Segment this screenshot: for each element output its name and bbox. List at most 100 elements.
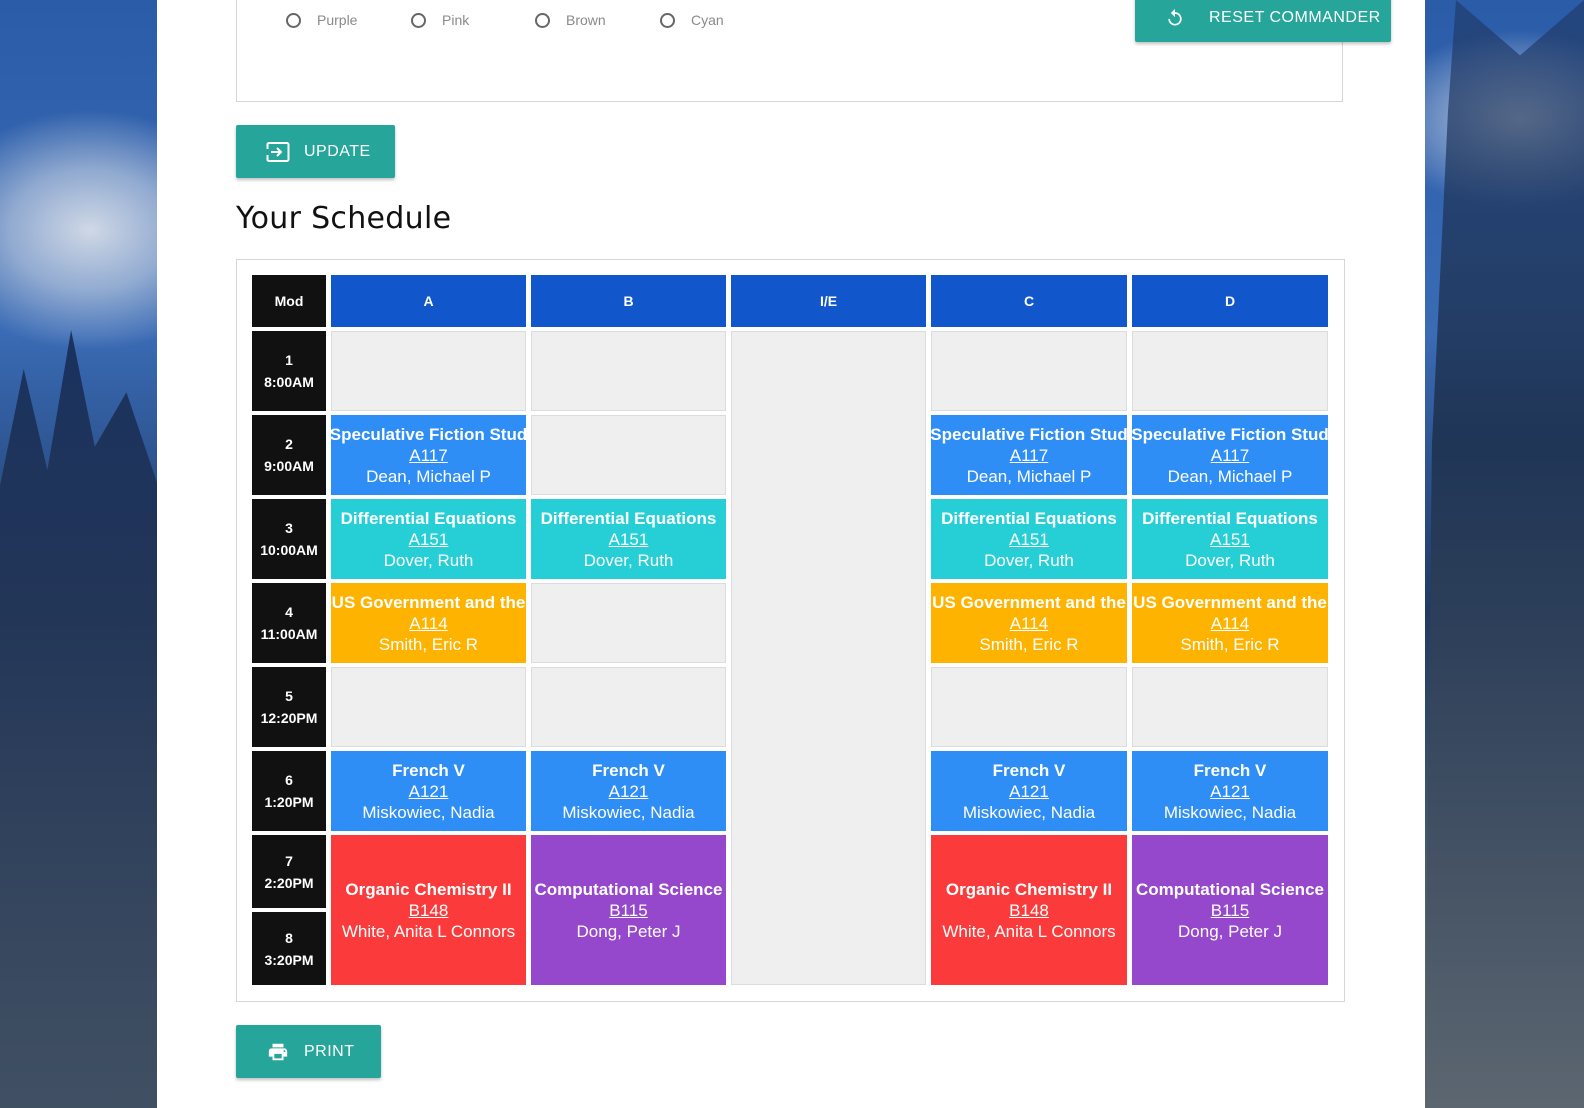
course-room-link[interactable]: A151	[609, 529, 649, 550]
course-block-french[interactable]: French V A121 Miskowiec, Nadia	[1132, 751, 1328, 831]
day-header-label: D	[1224, 293, 1236, 309]
course-teacher: Dong, Peter J	[576, 921, 681, 941]
course-teacher: Dover, Ruth	[583, 550, 674, 570]
course-teacher: Smith, Eric R	[1180, 634, 1280, 654]
mod-cell: 1 8:00AM	[252, 331, 326, 411]
mod-number: 3	[285, 520, 293, 536]
course-block-french[interactable]: French V A121 Miskowiec, Nadia	[531, 751, 726, 831]
color-option-brown[interactable]: Brown	[535, 10, 606, 30]
course-teacher: White, Anita L Connors	[942, 921, 1116, 941]
color-option-label: Brown	[566, 12, 606, 28]
course-teacher: Smith, Eric R	[979, 634, 1079, 654]
empty-slot	[531, 331, 726, 411]
mod-cell: 5 12:20PM	[252, 667, 326, 747]
day-header-ie: I/E	[731, 275, 926, 327]
day-header-b: B	[531, 275, 726, 327]
course-teacher: Dover, Ruth	[1185, 550, 1275, 570]
course-block-diffeq[interactable]: Differential Equations A151 Dover, Ruth	[531, 499, 726, 579]
course-teacher: Smith, Eric R	[378, 634, 479, 654]
printer-icon	[268, 1043, 288, 1060]
mod-cell: 2 9:00AM	[252, 415, 326, 495]
update-button[interactable]: UPDATE	[236, 125, 395, 178]
course-room-link[interactable]: B115	[1211, 900, 1249, 921]
course-name: Organic Chemistry II	[945, 879, 1113, 899]
course-room-link[interactable]: A121	[1210, 781, 1250, 802]
course-name: French V	[592, 760, 665, 780]
course-block-french[interactable]: French V A121 Miskowiec, Nadia	[331, 751, 526, 831]
course-block-french[interactable]: French V A121 Miskowiec, Nadia	[931, 751, 1127, 831]
mod-header-label: Mod	[274, 293, 304, 309]
mod-number: 8	[285, 929, 293, 946]
course-room-link[interactable]: A114	[1010, 613, 1048, 634]
reset-commander-button[interactable]: RESET COMMANDER	[1135, 0, 1391, 42]
color-option-cyan[interactable]: Cyan	[660, 10, 724, 30]
radio-circle[interactable]	[411, 12, 426, 28]
commander-settings-box: Purple Pink Brown Cyan RESET COMMANDER	[236, 0, 1391, 102]
course-room-link[interactable]: A121	[409, 781, 449, 802]
course-block-orgchem[interactable]: Organic Chemistry II B148 White, Anita L C…	[331, 835, 526, 985]
course-name: US Government and the	[331, 592, 526, 612]
course-room-link[interactable]: B115	[609, 900, 647, 921]
course-block-spec[interactable]: Speculative Fiction Stud A117 Dean, Michae…	[331, 415, 526, 495]
empty-slot	[331, 667, 526, 747]
course-block-usgov[interactable]: US Government and the A114 Smith, Eric R	[1132, 583, 1328, 663]
empty-slot	[1132, 667, 1328, 747]
update-label: UPDATE	[304, 142, 371, 160]
course-block-diffeq[interactable]: Differential Equations A151 Dover, Ruth	[331, 499, 526, 579]
course-room-link[interactable]: A117	[1211, 445, 1249, 466]
course-room-link[interactable]: A151	[1210, 529, 1250, 550]
course-room-link[interactable]: A114	[409, 613, 447, 634]
mod-time: 1:20PM	[264, 794, 314, 810]
course-room-link[interactable]: A121	[1009, 781, 1049, 802]
mod-time: 9:00AM	[264, 458, 314, 474]
course-block-spec[interactable]: Speculative Fiction Stud A117 Dean, Michae…	[1132, 415, 1328, 495]
course-room-link[interactable]: A151	[409, 529, 449, 550]
radio-circle[interactable]	[660, 12, 675, 28]
day-header-label: I/E	[819, 293, 838, 309]
course-block-orgchem[interactable]: Organic Chemistry II B148 White, Anita L C…	[931, 835, 1127, 985]
course-block-spec[interactable]: Speculative Fiction Stud A117 Dean, Michae…	[931, 415, 1127, 495]
course-room-link[interactable]: A151	[1009, 529, 1049, 550]
course-block-diffeq[interactable]: Differential Equations A151 Dover, Ruth	[1132, 499, 1328, 579]
course-name: Speculative Fiction Stud	[931, 424, 1127, 444]
course-block-usgov[interactable]: US Government and the A114 Smith, Eric R	[931, 583, 1127, 663]
schedule-table: Mod A B I/E C D 1 8:00AM 2 9:00AM 3 10:00AM 4 11:00AM…	[236, 259, 1345, 1002]
empty-slot	[531, 583, 726, 663]
course-name: French V	[1193, 760, 1267, 780]
course-room-link[interactable]: A121	[609, 781, 649, 802]
course-teacher: Dean, Michael P	[966, 466, 1092, 486]
color-option-label: Purple	[317, 12, 358, 28]
course-block-diffeq[interactable]: Differential Equations A151 Dover, Ruth	[931, 499, 1127, 579]
course-room-link[interactable]: A117	[409, 445, 447, 466]
course-teacher: Miskowiec, Nadia	[562, 802, 695, 822]
day-header-d: D	[1132, 275, 1328, 327]
empty-slot	[731, 331, 926, 985]
color-option-pink[interactable]: Pink	[411, 10, 469, 30]
course-block-usgov[interactable]: US Government and the A114 Smith, Eric R	[331, 583, 526, 663]
radio-circle[interactable]	[286, 12, 301, 28]
course-room-link[interactable]: A117	[1010, 445, 1048, 466]
radio-circle[interactable]	[535, 12, 550, 28]
background-trees-right	[1424, 0, 1584, 1108]
course-name: French V	[992, 760, 1066, 780]
course-room-link[interactable]: A114	[1211, 613, 1249, 634]
empty-slot	[531, 415, 726, 495]
course-block-compsci[interactable]: Computational Science B115 Dong, Peter J	[1132, 835, 1328, 985]
print-button[interactable]: PRINT	[236, 1025, 381, 1078]
course-room-link[interactable]: B148	[409, 900, 449, 921]
course-teacher: White, Anita L Connors	[341, 921, 516, 941]
color-option-purple[interactable]: Purple	[286, 10, 357, 30]
course-teacher: Miskowiec, Nadia	[362, 802, 495, 822]
course-block-compsci[interactable]: Computational Science B115 Dong, Peter J	[531, 835, 726, 985]
course-name: Organic Chemistry II	[345, 879, 512, 899]
course-room-link[interactable]: B148	[1009, 900, 1049, 921]
course-name: Speculative Fiction Stud	[1132, 424, 1328, 444]
course-teacher: Dong, Peter J	[1178, 921, 1282, 941]
empty-slot	[931, 331, 1127, 411]
color-option-label: Cyan	[691, 12, 724, 28]
mod-number: 2	[285, 436, 293, 452]
course-name: Speculative Fiction Stud	[331, 424, 526, 444]
mod-number: 5	[285, 688, 293, 704]
course-name: Differential Equations	[540, 508, 717, 528]
course-name: Differential Equations	[1142, 508, 1318, 528]
